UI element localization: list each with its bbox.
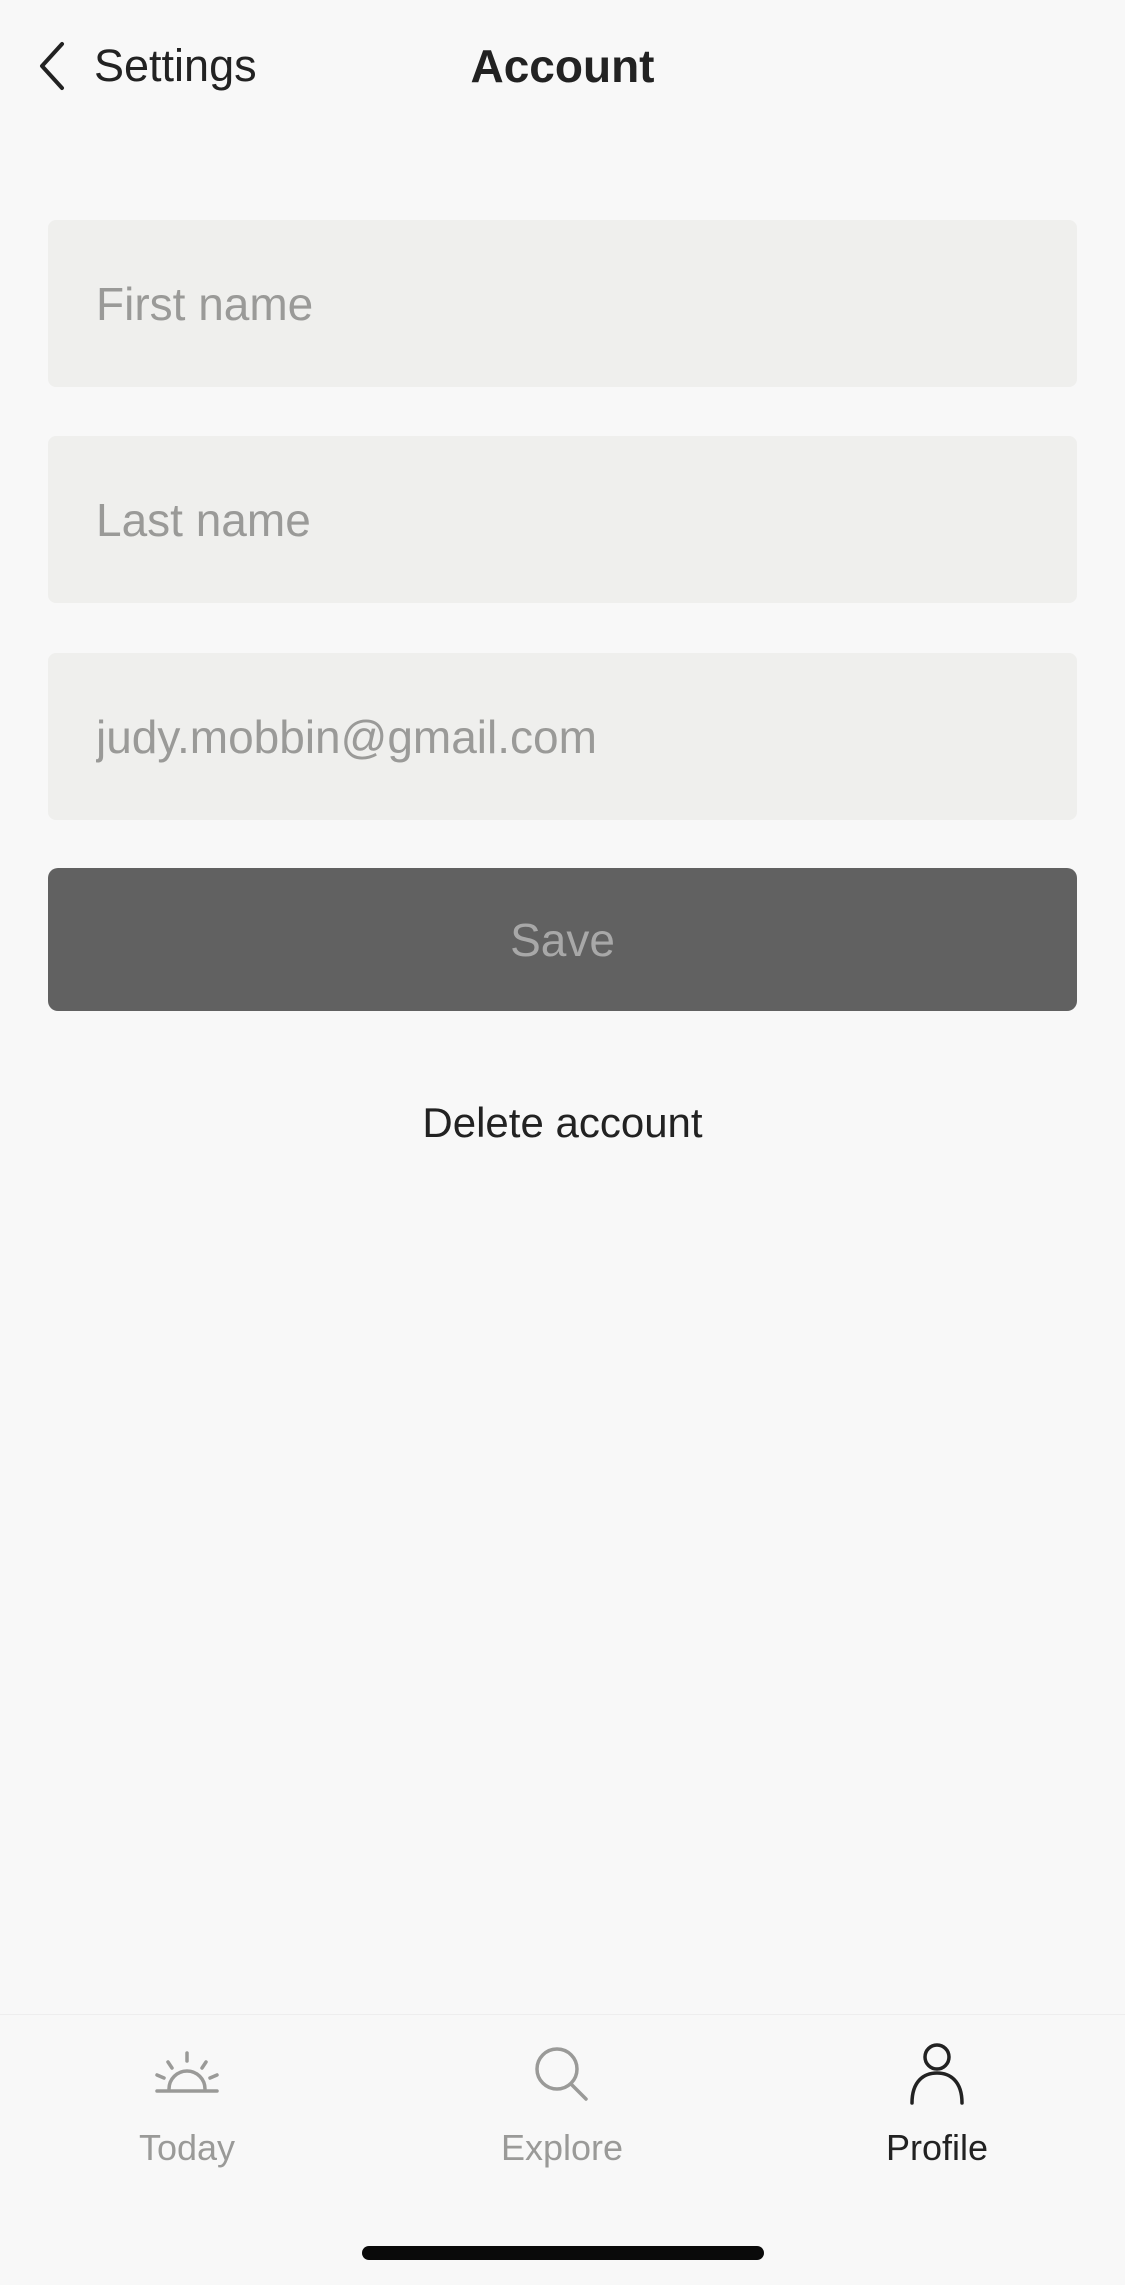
save-button[interactable]: Save	[48, 868, 1077, 1011]
email-field[interactable]	[48, 653, 1077, 820]
home-indicator	[362, 2246, 764, 2260]
tab-profile-label: Profile	[885, 2127, 989, 2168]
tab-bar: Today Explore Profile	[0, 2014, 1125, 2285]
first-name-field[interactable]	[48, 220, 1077, 387]
tab-explore[interactable]: Explore	[437, 2033, 687, 2183]
tab-explore-label: Explore	[500, 2127, 624, 2168]
last-name-field[interactable]	[48, 436, 1077, 603]
email-input[interactable]	[96, 709, 1029, 764]
tab-today-label: Today	[138, 2127, 236, 2168]
navigation-header: Settings Account	[0, 0, 1125, 130]
last-name-input[interactable]	[96, 492, 1029, 547]
tab-today[interactable]: Today	[62, 2033, 312, 2183]
page-title: Account	[470, 40, 655, 92]
delete-account-link[interactable]: Delete account	[0, 1093, 1125, 1153]
first-name-input[interactable]	[96, 276, 1029, 331]
tab-profile[interactable]: Profile	[812, 2033, 1062, 2183]
search-icon	[535, 2047, 588, 2101]
sunrise-icon	[155, 2051, 219, 2093]
person-icon	[910, 2043, 964, 2105]
